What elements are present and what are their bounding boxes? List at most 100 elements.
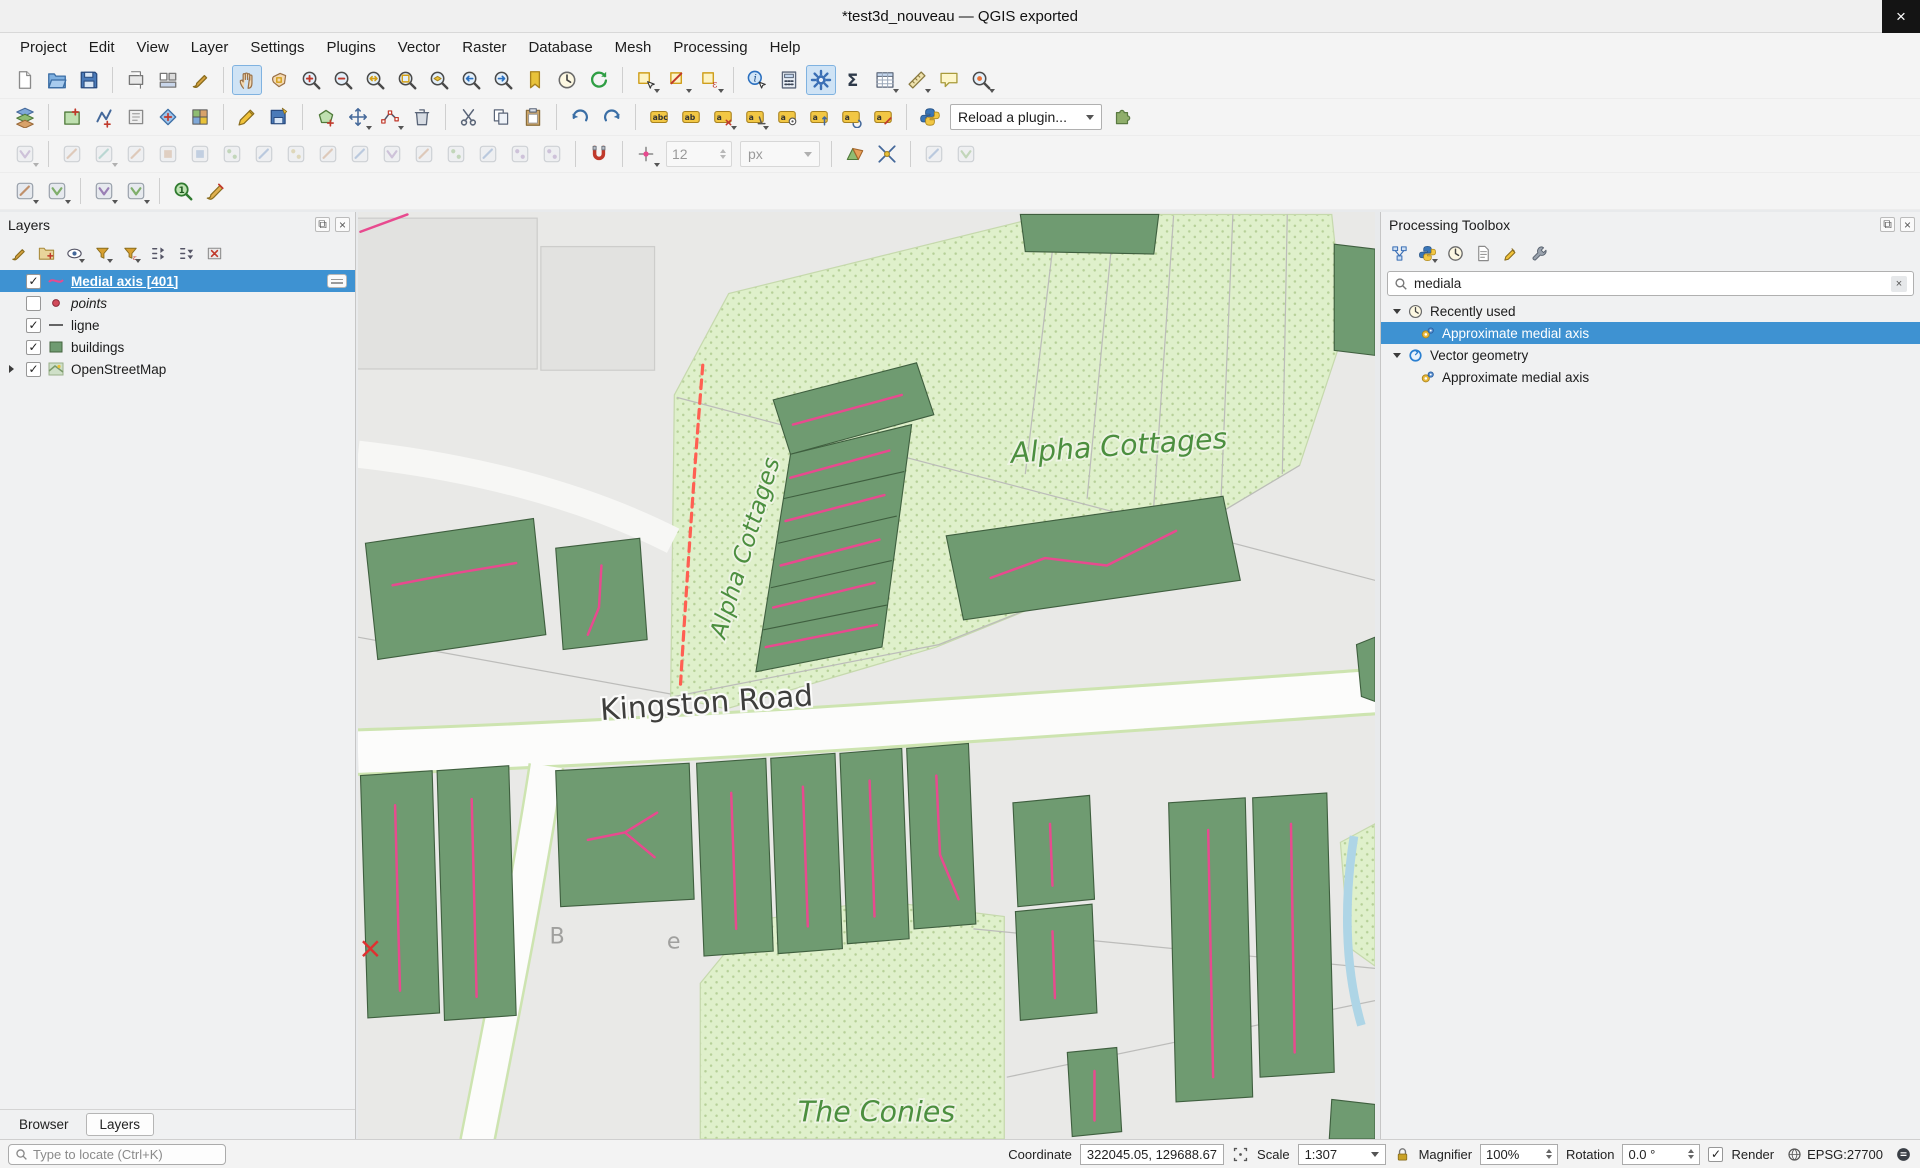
- processing-search-input[interactable]: [1414, 276, 1885, 291]
- collapse-all-button[interactable]: [174, 241, 198, 265]
- pin-labels-button[interactable]: a: [740, 102, 770, 132]
- move-label-button[interactable]: a: [804, 102, 834, 132]
- zoom-in-button[interactable]: [296, 65, 326, 95]
- open-layer-styling-button[interactable]: [6, 241, 30, 265]
- zoom-next-button[interactable]: [488, 65, 518, 95]
- layer-visibility-checkbox[interactable]: [26, 274, 41, 289]
- processing-group-vector-geometry[interactable]: Vector geometry: [1381, 344, 1920, 366]
- add-vector-layer-button[interactable]: [153, 102, 183, 132]
- statistical-summary-button[interactable]: Σ: [838, 65, 868, 95]
- menu-project[interactable]: Project: [10, 36, 77, 59]
- menu-database[interactable]: Database: [518, 36, 602, 59]
- menu-edit[interactable]: Edit: [79, 36, 125, 59]
- identify-features-button[interactable]: i: [742, 65, 772, 95]
- menu-vector[interactable]: Vector: [388, 36, 451, 59]
- style-manager-button[interactable]: [185, 65, 215, 95]
- cut-features-button[interactable]: [454, 102, 484, 132]
- add-ring-button[interactable]: [185, 139, 215, 169]
- reshape-features-button[interactable]: [313, 139, 343, 169]
- map-canvas[interactable]: Alpha Cottages Alpha Cottages Kingston R…: [358, 212, 1375, 1139]
- processing-group-recently-used[interactable]: Recently used: [1381, 300, 1920, 322]
- undo-button[interactable]: [565, 102, 595, 132]
- window-close-button[interactable]: ×: [1882, 0, 1920, 33]
- nominatim-search-button[interactable]: [966, 65, 996, 95]
- crs-button[interactable]: EPSG:27700: [1782, 1144, 1887, 1165]
- new-print-layout-button[interactable]: [121, 65, 151, 95]
- layer-visibility-checkbox[interactable]: [26, 362, 41, 377]
- measure-line-button[interactable]: [902, 65, 932, 95]
- processing-panel-close-button[interactable]: ×: [1900, 217, 1915, 232]
- layer-item-ligne[interactable]: ligne: [0, 314, 355, 336]
- label-options-button[interactable]: a: [708, 102, 738, 132]
- vertex-tool-button[interactable]: [375, 102, 405, 132]
- stream-digitizing-button[interactable]: [951, 139, 981, 169]
- panel-tab-browser[interactable]: Browser: [5, 1113, 83, 1136]
- offset-curve-button[interactable]: [281, 139, 311, 169]
- raster-local-stretch-button[interactable]: [121, 176, 151, 206]
- menu-mesh[interactable]: Mesh: [605, 36, 662, 59]
- map-viewport[interactable]: Alpha Cottages Alpha Cottages Kingston R…: [358, 212, 1375, 1139]
- layer-visibility-checkbox[interactable]: [26, 318, 41, 333]
- processing-search-box[interactable]: ×: [1387, 271, 1914, 296]
- attribute-table-button[interactable]: [870, 65, 900, 95]
- delete-selected-button[interactable]: [407, 102, 437, 132]
- layer-diagram-button[interactable]: ab: [676, 102, 706, 132]
- move-copy-feature-button[interactable]: [89, 139, 119, 169]
- collapse-icon[interactable]: [1393, 309, 1401, 314]
- plugin-manager-button[interactable]: [1107, 102, 1137, 132]
- layer-item-points[interactable]: points: [0, 292, 355, 314]
- advanced-digitizing-dock-button[interactable]: [10, 139, 40, 169]
- menu-view[interactable]: View: [127, 36, 179, 59]
- filter-by-expression-button[interactable]: ε: [118, 241, 142, 265]
- processing-toolbox-toggle-button[interactable]: [806, 65, 836, 95]
- show-hidden-labels-button[interactable]: a: [772, 102, 802, 132]
- python-console-button[interactable]: [915, 102, 945, 132]
- messages-icon[interactable]: [1895, 1146, 1912, 1163]
- save-project-button[interactable]: [74, 65, 104, 95]
- rotate-point-symbols-button[interactable]: [473, 139, 503, 169]
- enable-tracing-button[interactable]: [919, 139, 949, 169]
- snapping-units-combo[interactable]: px: [740, 141, 820, 167]
- raster-stretch-button[interactable]: [89, 176, 119, 206]
- snapping-tolerance-spin[interactable]: 12: [666, 141, 732, 167]
- topological-editing-button[interactable]: [840, 139, 870, 169]
- coordinate-value-box[interactable]: 322045.05, 129688.67: [1080, 1144, 1224, 1165]
- remove-layer-button[interactable]: [202, 241, 226, 265]
- zoom-to-layer-button[interactable]: [424, 65, 454, 95]
- processing-options-small-button[interactable]: [1527, 241, 1551, 265]
- snapping-mode-button[interactable]: [631, 139, 661, 169]
- menu-raster[interactable]: Raster: [452, 36, 516, 59]
- new-shapefile-layer-button[interactable]: [89, 102, 119, 132]
- panel-tab-layers[interactable]: Layers: [86, 1113, 155, 1136]
- layer-item-medial-axis-401-[interactable]: Medial axis [401]: [0, 270, 355, 292]
- add-part-button[interactable]: [217, 139, 247, 169]
- show-layout-manager-button[interactable]: [153, 65, 183, 95]
- magnifier-spin[interactable]: 100%: [1480, 1144, 1558, 1165]
- change-label-button[interactable]: a: [868, 102, 898, 132]
- menu-processing[interactable]: Processing: [663, 36, 757, 59]
- new-spatial-bookmark-button[interactable]: [520, 65, 550, 95]
- map-tips-button[interactable]: [934, 65, 964, 95]
- zoom-last-button[interactable]: [456, 65, 486, 95]
- menu-help[interactable]: Help: [760, 36, 811, 59]
- snapping-on-intersection-button[interactable]: [872, 139, 902, 169]
- processing-scripts-button[interactable]: [1415, 241, 1439, 265]
- move-feature-button[interactable]: [343, 102, 373, 132]
- copy-features-button[interactable]: [486, 102, 516, 132]
- rotate-feature-button[interactable]: [121, 139, 151, 169]
- processing-history-button[interactable]: [1443, 241, 1467, 265]
- trim-extend-button[interactable]: [537, 139, 567, 169]
- refresh-map-button[interactable]: [584, 65, 614, 95]
- filter-features-button[interactable]: ε: [695, 65, 725, 95]
- layer-styling-brush-button[interactable]: [200, 176, 230, 206]
- expand-all-button[interactable]: [146, 241, 170, 265]
- open-project-button[interactable]: [42, 65, 72, 95]
- menu-layer[interactable]: Layer: [181, 36, 239, 59]
- merge-features-button[interactable]: [409, 139, 439, 169]
- clear-search-icon[interactable]: ×: [1891, 276, 1907, 292]
- collapse-icon[interactable]: [1393, 353, 1401, 358]
- layer-visibility-checkbox[interactable]: [26, 340, 41, 355]
- processing-results-button[interactable]: [1471, 241, 1495, 265]
- toggle-editing-button[interactable]: [232, 102, 262, 132]
- paste-features-button[interactable]: [518, 102, 548, 132]
